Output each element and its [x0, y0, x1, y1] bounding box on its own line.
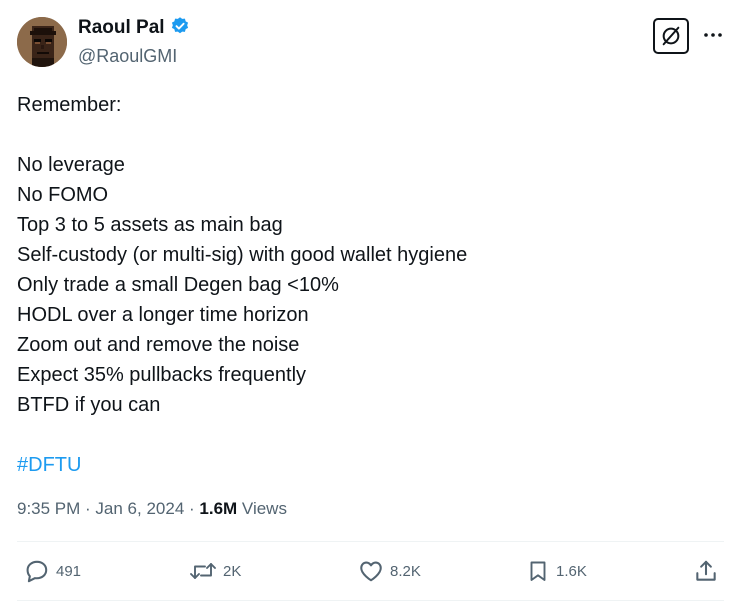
bookmark-button[interactable]: 1.6K [526, 556, 587, 586]
author-name-text: Raoul Pal [78, 17, 165, 38]
tweet-line: No leverage [17, 154, 125, 176]
grok-icon [662, 26, 680, 46]
divider [17, 600, 724, 601]
more-options-icon [704, 33, 722, 37]
heart-icon [360, 561, 382, 582]
reply-button[interactable]: 491 [24, 556, 81, 586]
bookmark-count: 1.6K [556, 562, 587, 580]
verified-badge-icon[interactable] [170, 16, 190, 43]
reply-count: 491 [56, 562, 82, 580]
tweet-time[interactable]: 9:35 PM [17, 499, 80, 518]
share-icon [696, 560, 716, 581]
like-count: 8.2K [390, 562, 421, 580]
tweet-line: Remember: [17, 94, 122, 116]
tweet-date[interactable]: Jan 6, 2024 [95, 499, 184, 518]
repost-icon [190, 563, 216, 579]
repost-count: 2K [223, 562, 242, 580]
tweet-line: No FOMO [17, 184, 109, 206]
tweet-line: Only trade a small Degen bag <10% [17, 274, 339, 296]
tweet-line: Expect 35% pullbacks frequently [17, 364, 307, 386]
tweet-line [17, 420, 717, 450]
tweet-text: Remember: No leverage No FOMO Top 3 to 5… [17, 90, 717, 480]
hashtag-link[interactable]: #DFTU [17, 450, 717, 480]
bookmark-icon [530, 561, 546, 581]
author-display-name[interactable]: Raoul Pal [78, 16, 190, 43]
more-options-button[interactable] [702, 24, 724, 46]
reply-icon [26, 560, 48, 583]
tweet-line [17, 120, 717, 150]
like-button[interactable]: 8.2K [358, 556, 421, 586]
views-count: 1.6M [199, 499, 238, 518]
share-button[interactable] [693, 556, 719, 586]
views-label: Views [237, 499, 287, 518]
tweet-line: Top 3 to 5 assets as main bag [17, 214, 283, 236]
pixel-art-punk-avatar-icon [17, 17, 67, 67]
repost-button[interactable]: 2K [189, 556, 241, 586]
meta-separator: · [80, 499, 96, 518]
tweet-line: HODL over a longer time horizon [17, 304, 309, 326]
tweet-line: Zoom out and remove the noise [17, 334, 300, 356]
author-handle[interactable]: @RaoulGMI [78, 45, 177, 67]
tweet-meta: 9:35 PM · Jan 6, 2024 · 1.6M Views [17, 497, 287, 521]
tweet-line: Self-custody (or multi-sig) with good wa… [17, 244, 468, 266]
avatar[interactable] [17, 17, 67, 67]
divider [17, 541, 724, 542]
grok-button[interactable] [653, 18, 689, 54]
tweet-line: BTFD if you can [17, 394, 161, 416]
meta-separator: · [184, 499, 200, 518]
